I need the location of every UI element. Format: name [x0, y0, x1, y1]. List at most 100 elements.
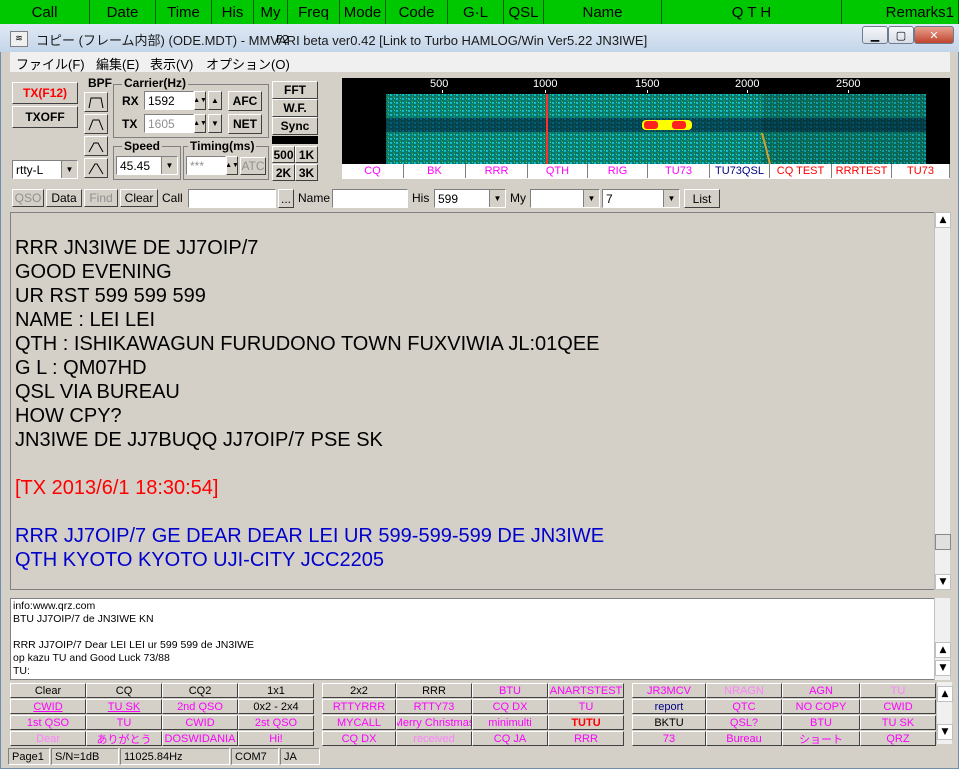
macro-button[interactable]: DOSWIDANIA — [162, 731, 238, 746]
hamlog-column[interactable]: Mode — [340, 0, 386, 24]
macro-button[interactable]: BKTU — [632, 715, 706, 730]
macro-button[interactable]: minimulti — [472, 715, 548, 730]
macro-button[interactable]: BTU — [782, 715, 860, 730]
scroll-up-icon[interactable]: ▲ — [937, 686, 953, 702]
hamlog-column[interactable]: Code — [386, 0, 448, 24]
his-select[interactable]: 599 ▼ — [434, 189, 506, 208]
receive-text-area[interactable]: RRR JN3IWE DE JJ7OIP/7 GOOD EVENING UR RST… — [10, 212, 936, 590]
rx-freq-field[interactable]: 1592 — [144, 91, 194, 110]
call-input[interactable] — [188, 189, 276, 208]
macro-button[interactable]: QTC — [706, 699, 782, 714]
macro-button[interactable]: CQ DX — [322, 731, 396, 746]
macro-button[interactable]: TU SK — [86, 699, 162, 714]
my-select[interactable]: ▼ — [530, 189, 600, 208]
macro-button[interactable]: received — [396, 731, 472, 746]
spectrum-macro-button[interactable]: TU73QSL — [710, 164, 770, 178]
rx-freq-spin[interactable]: ▲▼ — [194, 91, 206, 110]
menu-edit[interactable]: 編集(E) — [96, 54, 139, 73]
macro-button[interactable]: 73 — [632, 731, 706, 746]
tx-freq-step[interactable]: ▼ — [208, 114, 222, 133]
macro-scrollbar[interactable]: ▲ ▼ — [936, 682, 953, 744]
minimize-button[interactable]: ▁ — [862, 26, 888, 44]
macro-button[interactable]: NRAGN — [706, 683, 782, 698]
txoff-button[interactable]: TXOFF — [12, 106, 78, 128]
close-button[interactable]: ✕ — [914, 26, 954, 44]
macro-button[interactable]: CWID — [162, 715, 238, 730]
timing-spin[interactable]: ▲▼ — [226, 156, 238, 175]
spectrum-macro-button[interactable]: CQ — [342, 164, 404, 178]
hamlog-column[interactable]: My — [254, 0, 288, 24]
tx-freq-spin[interactable]: ▲▼ — [194, 114, 206, 133]
macro-button[interactable]: CQ — [86, 683, 162, 698]
extra-select[interactable]: 7 ▼ — [602, 189, 680, 208]
scroll-up-icon[interactable]: ▲ — [935, 212, 951, 228]
name-input[interactable] — [332, 189, 408, 208]
qso-button[interactable]: QSO — [12, 189, 44, 207]
macro-button[interactable]: RRR — [396, 683, 472, 698]
rx-scrollbar[interactable]: ▲ ▼ — [934, 212, 951, 590]
spectrum-macro-button[interactable]: RIG — [588, 164, 648, 178]
macro-button[interactable]: 1st QSO — [10, 715, 86, 730]
macro-button[interactable]: TU — [86, 715, 162, 730]
spectrum-macro-button[interactable]: TU73 — [648, 164, 710, 178]
spectrum-macro-button[interactable]: CQ TEST — [770, 164, 832, 178]
tx-freq-field[interactable]: 1605 — [144, 114, 194, 133]
hamlog-column[interactable]: Remarks1 — [842, 0, 959, 24]
maximize-button[interactable]: ▢ — [888, 26, 914, 44]
spectrum-macro-button[interactable]: TU73 — [892, 164, 950, 178]
spectrum-macro-button[interactable]: QTH — [528, 164, 588, 178]
macro-button[interactable]: TUTU — [548, 715, 624, 730]
find-button[interactable]: Find — [84, 189, 118, 207]
tx-scrollbar[interactable]: ▲ ▼ — [934, 598, 951, 680]
scroll-down-icon[interactable]: ▼ — [935, 574, 951, 590]
bpf-mid-button[interactable] — [84, 114, 108, 134]
scroll-down-icon[interactable]: ▼ — [937, 724, 953, 740]
rx-freq-step[interactable]: ▲ — [208, 91, 222, 110]
bpf-narrow-button[interactable] — [84, 136, 108, 156]
spectrum-macro-button[interactable]: RRRTEST — [832, 164, 892, 178]
macro-button[interactable]: RTTY73 — [396, 699, 472, 714]
macro-button[interactable]: 2st QSO — [238, 715, 314, 730]
fft-button[interactable]: FFT — [272, 81, 318, 99]
net-button[interactable]: NET — [228, 114, 262, 134]
macro-button[interactable]: TU SK — [860, 715, 936, 730]
span-3k-button[interactable]: 3K — [295, 164, 318, 181]
macro-button[interactable]: CQ DX — [472, 699, 548, 714]
waterfall-button[interactable]: W.F. — [272, 99, 318, 117]
macro-button[interactable]: BTU — [472, 683, 548, 698]
menu-view[interactable]: 表示(V) — [150, 54, 193, 73]
macro-button[interactable]: CQ JA — [472, 731, 548, 746]
list-button[interactable]: List — [684, 189, 720, 208]
afc-button[interactable]: AFC — [228, 91, 262, 111]
macro-button[interactable]: TU — [548, 699, 624, 714]
scroll-down-icon[interactable]: ▼ — [935, 660, 951, 676]
macro-button[interactable]: TU — [860, 683, 936, 698]
hamlog-column[interactable]: Q T H — [662, 0, 842, 24]
scroll-thumb[interactable] — [935, 534, 951, 550]
atc-button[interactable]: ATC — [240, 157, 266, 175]
macro-button[interactable]: Dear — [10, 731, 86, 746]
hamlog-column[interactable]: Call — [0, 0, 90, 24]
macro-button[interactable]: Clear — [10, 683, 86, 698]
span-500-button[interactable]: 500 — [272, 146, 295, 163]
clear-log-button[interactable]: Clear — [120, 189, 158, 207]
spectrum-macro-button[interactable]: BK — [404, 164, 466, 178]
macro-button[interactable]: CQ2 — [162, 683, 238, 698]
macro-button[interactable]: ANARTSTEST — [548, 683, 624, 698]
macro-button[interactable]: Merry Christmas — [396, 715, 472, 730]
macro-button[interactable]: CWID — [860, 699, 936, 714]
sync-button[interactable]: Sync — [272, 117, 318, 135]
macro-button[interactable]: QSL? — [706, 715, 782, 730]
mode-select[interactable]: rtty-L ▼ — [12, 160, 78, 179]
speed-select[interactable]: 45.45 ▼ — [116, 156, 178, 175]
macro-button[interactable]: 1x1 — [238, 683, 314, 698]
macro-button[interactable]: 2x2 — [322, 683, 396, 698]
macro-button[interactable]: 0x2 - 2x4 — [238, 699, 314, 714]
macro-button[interactable]: RTTYRRR — [322, 699, 396, 714]
hamlog-column[interactable]: His — [212, 0, 254, 24]
hamlog-column[interactable]: Date — [90, 0, 156, 24]
bpf-sharp-button[interactable] — [84, 158, 108, 178]
macro-button[interactable]: MYCALL — [322, 715, 396, 730]
timing-field[interactable]: *** — [186, 156, 226, 175]
waterfall-display[interactable]: 500 1000 1500 2000 2500 — [342, 78, 950, 165]
